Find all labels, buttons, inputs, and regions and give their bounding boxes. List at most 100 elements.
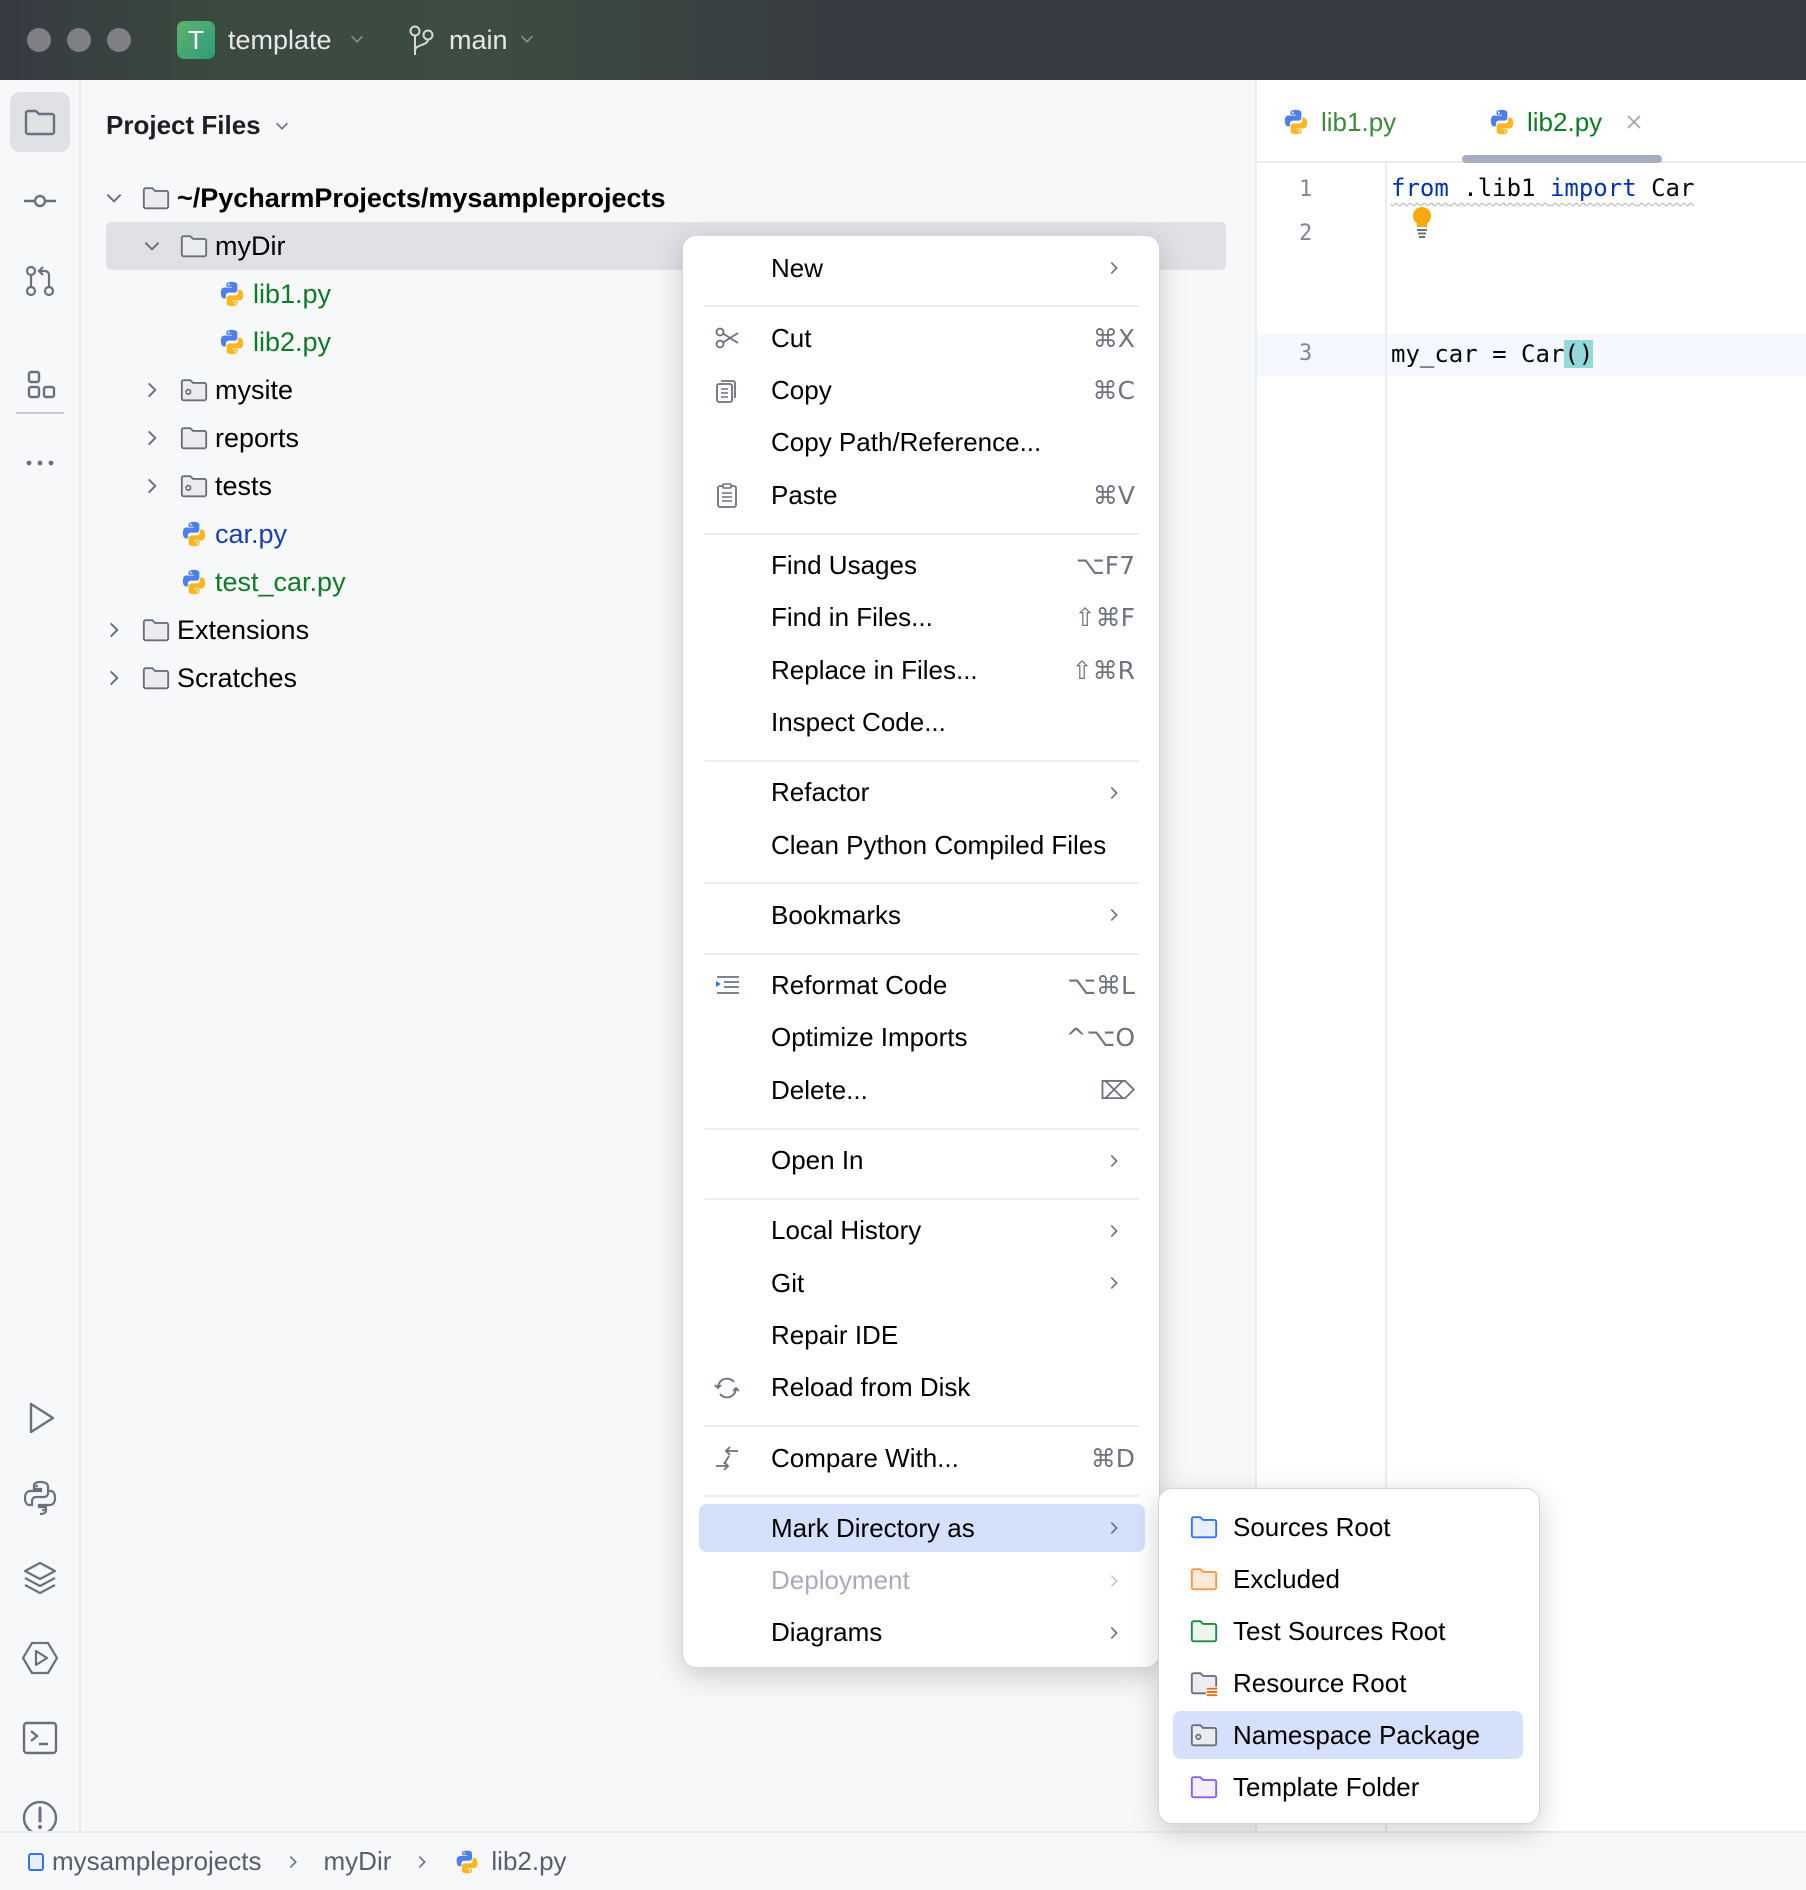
chevron-right-icon[interactable] xyxy=(103,667,125,689)
chevron-right-icon[interactable] xyxy=(141,427,163,449)
tree-item-mysite[interactable]: mysite xyxy=(81,366,293,414)
menu-item-label: Deployment xyxy=(771,1565,910,1596)
submenu-item-resource-root[interactable]: Resource Root xyxy=(1173,1659,1523,1707)
menu-item-copy[interactable]: Copy ⌘C xyxy=(699,367,1145,415)
tab-lib1[interactable]: lib1.py xyxy=(1281,100,1396,144)
shortcut-hint: ⌥⌘L xyxy=(1067,971,1135,1001)
menu-item-find-usages[interactable]: Find Usages ⌥F7 xyxy=(699,542,1145,590)
submenu-item-excluded[interactable]: Excluded xyxy=(1173,1555,1523,1603)
python-console-tool-button[interactable] xyxy=(10,1468,70,1528)
panel-title[interactable]: Project Files xyxy=(106,108,261,142)
menu-item-refactor[interactable]: Refactor xyxy=(699,769,1145,817)
project-badge[interactable]: T xyxy=(177,21,215,59)
chevron-down-icon[interactable] xyxy=(103,187,125,209)
menu-item-reformat-code[interactable]: Reformat Code ⌥⌘L xyxy=(699,962,1145,1010)
menu-item-bookmarks[interactable]: Bookmarks xyxy=(699,891,1145,939)
submenu-item-test-sources-root[interactable]: Test Sources Root xyxy=(1173,1607,1523,1655)
tree-item-label: car.py xyxy=(215,518,288,549)
window-minimize-button[interactable] xyxy=(67,28,91,52)
menu-item-optimize-imports[interactable]: Optimize Imports ^⌥O xyxy=(699,1014,1145,1062)
window-close-button[interactable] xyxy=(27,28,51,52)
menu-item-deployment: Deployment xyxy=(699,1557,1145,1605)
code-line-1[interactable]: from .lib1 import Car xyxy=(1391,173,1694,203)
menu-item-reload-from-disk[interactable]: Reload from Disk xyxy=(699,1364,1145,1412)
menu-separator xyxy=(705,1127,1139,1130)
tree-item-car-py[interactable]: car.py xyxy=(81,510,287,558)
chevron-down-icon[interactable] xyxy=(273,117,291,135)
matched-paren: () xyxy=(1564,340,1594,368)
tree-item-pycharmprojects-mysampleprojects[interactable]: ~/PycharmProjects/mysampleprojects xyxy=(81,174,666,222)
menu-item-mark-directory-as[interactable]: Mark Directory as xyxy=(699,1504,1145,1553)
tab-lib2[interactable]: lib2.py xyxy=(1487,100,1644,144)
chevron-down-icon[interactable] xyxy=(141,235,163,257)
chevron-down-icon xyxy=(351,35,363,43)
python-file-icon xyxy=(217,279,247,309)
python-packages-tool-button[interactable] xyxy=(10,1548,70,1608)
submenu-item-sources-root[interactable]: Sources Root xyxy=(1173,1503,1523,1551)
python-console-icon xyxy=(23,1480,57,1516)
services-tool-button[interactable] xyxy=(10,1628,70,1688)
submenu-item-label: Resource Root xyxy=(1233,1667,1407,1698)
menu-item-inspect-code[interactable]: Inspect Code... xyxy=(699,698,1145,746)
more-tools-button[interactable] xyxy=(10,433,70,493)
chevron-right-icon[interactable] xyxy=(141,475,163,497)
commit-tool-button[interactable] xyxy=(10,171,70,231)
submenu-item-template-folder[interactable]: Template Folder xyxy=(1173,1763,1523,1811)
menu-item-cut[interactable]: Cut ⌘X xyxy=(699,314,1145,362)
menu-item-paste[interactable]: Paste ⌘V xyxy=(699,471,1145,519)
tree-item-scratches[interactable]: Scratches xyxy=(81,654,297,702)
project-tool-button[interactable] xyxy=(10,92,70,152)
tree-item-lib2-py[interactable]: lib2.py xyxy=(81,318,331,366)
breadcrumb-dir[interactable]: myDir xyxy=(324,1846,392,1877)
breadcrumb-label: myDir xyxy=(323,1846,392,1876)
breadcrumb-file[interactable]: lib2.py xyxy=(453,1846,567,1877)
run-icon xyxy=(29,1402,55,1434)
menu-item-replace-in-files[interactable]: Replace in Files... ⇧⌘R xyxy=(699,646,1145,694)
tree-item-test-car-py[interactable]: test_car.py xyxy=(81,558,346,606)
chevron-right-icon[interactable] xyxy=(141,379,163,401)
menu-item-label: Bookmarks xyxy=(771,899,902,930)
run-tool-button[interactable] xyxy=(10,1388,70,1448)
reformat-icon xyxy=(716,975,739,994)
breadcrumb-project[interactable]: mysampleprojects xyxy=(28,1846,262,1877)
menu-separator xyxy=(705,1425,1139,1427)
pull-requests-tool-button[interactable] xyxy=(10,251,70,311)
context-menu: New Cut ⌘X Copy ⌘C Copy Path/Reference... Past… xyxy=(682,235,1160,1668)
menu-item-new[interactable]: New xyxy=(699,244,1145,292)
chevron-right-icon[interactable] xyxy=(103,619,125,641)
package-folder-icon xyxy=(179,375,209,405)
lightbulb-icon[interactable] xyxy=(1409,205,1435,239)
menu-item-label: Refactor xyxy=(771,777,870,808)
chevron-right-icon xyxy=(1110,1224,1118,1237)
menu-item-delete[interactable]: Delete... ⌦ xyxy=(699,1066,1145,1114)
terminal-tool-button[interactable] xyxy=(10,1708,70,1768)
tree-item-reports[interactable]: reports xyxy=(81,414,299,462)
menu-item-clean-python-compiled-files[interactable]: Clean Python Compiled Files xyxy=(699,821,1145,869)
folder-icon xyxy=(141,183,171,213)
module-icon xyxy=(28,1852,44,1871)
menu-item-open-in[interactable]: Open In xyxy=(699,1137,1145,1185)
close-icon[interactable] xyxy=(1624,112,1644,132)
menu-item-local-history[interactable]: Local History xyxy=(699,1207,1145,1255)
menu-item-diagrams[interactable]: Diagrams xyxy=(699,1609,1145,1657)
tree-item-extensions[interactable]: Extensions xyxy=(81,606,309,654)
submenu-item-namespace-package[interactable]: Namespace Package xyxy=(1173,1711,1523,1759)
tree-item-label: tests xyxy=(215,470,273,501)
chevron-down-icon xyxy=(521,35,533,43)
menu-item-repair-ide[interactable]: Repair IDE xyxy=(699,1311,1145,1359)
keyword: import xyxy=(1549,174,1637,202)
menu-item-git[interactable]: Git xyxy=(699,1259,1145,1307)
tree-item-tests[interactable]: tests xyxy=(81,462,272,510)
branch-switcher[interactable]: main xyxy=(449,22,508,58)
structure-tool-button[interactable] xyxy=(10,355,70,415)
menu-item-find-in-files[interactable]: Find in Files... ⇧⌘F xyxy=(699,594,1145,642)
project-switcher[interactable]: template xyxy=(228,22,332,58)
menu-item-compare-with[interactable]: Compare With... ⌘D xyxy=(699,1434,1145,1482)
tree-item-lib1-py[interactable]: lib1.py xyxy=(81,270,331,318)
paste-icon xyxy=(717,483,737,509)
code-text: .lib1 xyxy=(1448,174,1550,202)
window-zoom-button[interactable] xyxy=(107,28,131,52)
line-number: 1 xyxy=(1299,177,1313,202)
code-line-3[interactable]: my_car = Car() xyxy=(1391,339,1594,369)
menu-item-copy-path-reference[interactable]: Copy Path/Reference... xyxy=(699,419,1145,467)
